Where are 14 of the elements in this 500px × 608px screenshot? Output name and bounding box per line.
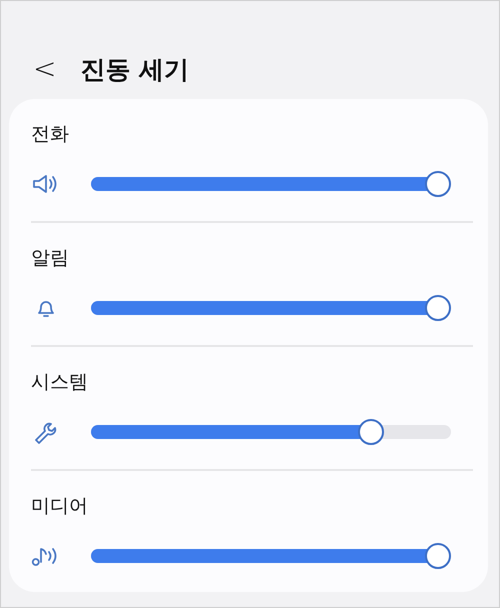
channel-label: 전화 xyxy=(31,122,70,147)
channel-label: 시스템 xyxy=(31,370,89,395)
slider[interactable] xyxy=(91,543,451,569)
slider-thumb[interactable] xyxy=(425,295,451,321)
channel-label: 미디어 xyxy=(31,494,89,519)
slider-thumb[interactable] xyxy=(358,419,384,445)
slider[interactable] xyxy=(91,295,451,321)
channel-label: 알림 xyxy=(31,246,70,271)
slider[interactable] xyxy=(91,419,451,445)
slider-thumb[interactable] xyxy=(425,543,451,569)
page-title: 진동 세기 xyxy=(80,54,190,86)
slider[interactable] xyxy=(91,171,451,197)
back-button[interactable]: < xyxy=(27,55,62,83)
slider-thumb[interactable] xyxy=(425,171,451,197)
